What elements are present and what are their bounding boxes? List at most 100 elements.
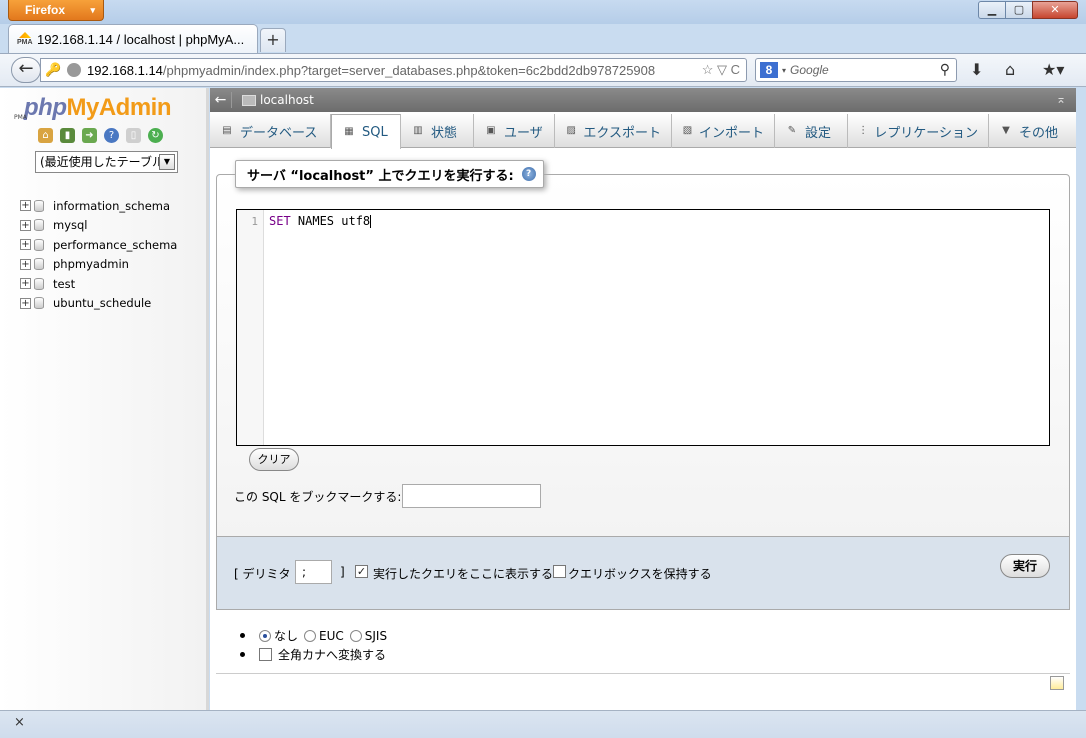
server-icon bbox=[242, 94, 256, 106]
import-icon: ▧ bbox=[682, 125, 693, 136]
bookmarks-icon[interactable]: ★▾ bbox=[1042, 60, 1064, 79]
url-tools-icons[interactable]: ☆ ▽ C bbox=[702, 62, 740, 78]
globe-icon bbox=[67, 63, 81, 77]
pma-small-logo: PMA bbox=[14, 114, 27, 121]
pma-favicon-icon: PMA bbox=[17, 32, 33, 46]
database-icon bbox=[34, 277, 44, 290]
retain-box-checkbox[interactable] bbox=[553, 565, 566, 578]
reload-icon[interactable]: ↻ bbox=[148, 128, 163, 143]
radio-none[interactable] bbox=[259, 629, 271, 642]
pma-sidebar bbox=[0, 88, 209, 710]
expand-icon[interactable]: + bbox=[20, 297, 31, 309]
back-arrow-icon: ← bbox=[18, 58, 34, 79]
database-item[interactable]: + mysql bbox=[20, 216, 177, 236]
close-icon[interactable]: × bbox=[14, 715, 25, 730]
show-query-label[interactable]: 実行したクエリをここに表示する bbox=[373, 565, 553, 582]
database-item[interactable]: + performance_schema bbox=[20, 235, 177, 255]
minimize-button[interactable]: ▁ bbox=[978, 1, 1006, 19]
delimiter-label: [ デリミタ bbox=[234, 567, 291, 581]
bookmark-label: この SQL をブックマークする: bbox=[234, 490, 402, 504]
database-icon bbox=[34, 258, 44, 271]
google-icon[interactable]: 8 bbox=[760, 62, 778, 78]
close-window-button[interactable]: ✕ bbox=[1032, 1, 1078, 19]
query-window-icon[interactable]: ➜ bbox=[82, 128, 97, 143]
bookmark-input[interactable] bbox=[402, 484, 541, 508]
database-item[interactable]: + ubuntu_schedule bbox=[20, 294, 177, 314]
page-icon[interactable] bbox=[1050, 676, 1064, 690]
url-bar[interactable]: 🔑 192.168.1.14/phpmyadmin/index.php?targ… bbox=[40, 58, 747, 82]
expand-icon[interactable]: + bbox=[20, 200, 31, 212]
sql-editor[interactable] bbox=[236, 209, 1050, 446]
database-icon bbox=[34, 219, 44, 232]
phpmyadmin-logo[interactable]: phpMyAdmin bbox=[24, 94, 171, 122]
firefox-menu-button[interactable]: Firefox ▾ bbox=[8, 0, 104, 21]
query-legend: サーバ “localhost” 上でクエリを実行する:? bbox=[235, 160, 544, 188]
tab-users[interactable]: ▣ ユーザ bbox=[474, 114, 555, 148]
list-item: 全角カナへ変換する bbox=[240, 645, 393, 664]
exit-icon[interactable]: ▮ bbox=[60, 128, 75, 143]
replication-icon: ⋮ bbox=[858, 125, 869, 136]
back-button[interactable]: ← bbox=[11, 57, 41, 83]
tab-import[interactable]: ▧ インポート bbox=[672, 114, 775, 148]
sql-code[interactable]: SET NAMES utf8 bbox=[269, 214, 372, 228]
clear-button[interactable]: クリア bbox=[249, 448, 299, 471]
menu-arrow-icon: ▾ bbox=[90, 5, 95, 15]
search-bar[interactable]: 8 ▾ Google ⚲ bbox=[755, 58, 957, 82]
database-item[interactable]: + test bbox=[20, 274, 177, 294]
status-icon: ▥ bbox=[413, 125, 423, 136]
tab-databases[interactable]: ▤ データベース bbox=[210, 114, 331, 148]
home-icon[interactable]: ⌂ bbox=[38, 128, 53, 143]
url-host: 192.168.1.14 bbox=[87, 62, 163, 78]
radio-sjis[interactable] bbox=[349, 629, 362, 642]
kana-checkbox[interactable] bbox=[259, 648, 272, 661]
status-bar bbox=[0, 710, 1086, 738]
browser-tab-active[interactable]: PMA 192.168.1.14 / localhost | phpMyA... bbox=[8, 24, 258, 53]
database-tree: + information_schema + mysql + performance_… bbox=[20, 196, 177, 313]
search-icon[interactable]: ⚲ bbox=[940, 61, 950, 78]
expand-icon[interactable]: + bbox=[20, 258, 31, 270]
database-item[interactable]: + phpmyadmin bbox=[20, 255, 177, 275]
key-icon[interactable]: 🔑 bbox=[45, 62, 63, 78]
expand-icon[interactable]: + bbox=[20, 219, 31, 231]
download-icon[interactable]: ⬇ bbox=[970, 60, 983, 79]
database-icon bbox=[34, 297, 44, 310]
expand-icon[interactable]: + bbox=[20, 278, 31, 290]
recent-tables-select[interactable]: (最近使用したテーブル ▼ bbox=[35, 151, 178, 173]
window-titlebar bbox=[0, 0, 1086, 24]
retain-box-label[interactable]: クエリボックスを保持する bbox=[568, 565, 712, 582]
list-item: なし EUC SJIS bbox=[240, 626, 393, 645]
tab-more[interactable]: ▼ その他 bbox=[989, 114, 1076, 148]
back-arrow-icon[interactable]: ← bbox=[210, 92, 232, 108]
line-numbers: 1 bbox=[237, 210, 264, 445]
tab-status[interactable]: ▥ 状態 bbox=[401, 114, 474, 148]
tab-title: 192.168.1.14 / localhost | phpMyA... bbox=[37, 31, 245, 47]
server-breadcrumb-bar: ← localhost ⌅ bbox=[210, 88, 1076, 112]
expand-icon[interactable]: + bbox=[20, 239, 31, 251]
new-tab-button[interactable]: + bbox=[260, 28, 286, 52]
tab-export[interactable]: ▨ エクスポート bbox=[555, 114, 672, 148]
maximize-button[interactable]: ▢ bbox=[1005, 1, 1033, 19]
server-name[interactable]: localhost bbox=[260, 93, 314, 107]
tab-sql[interactable]: ▦ SQL bbox=[331, 114, 401, 149]
help-icon[interactable]: ? bbox=[521, 167, 536, 181]
database-item[interactable]: + information_schema bbox=[20, 196, 177, 216]
wrench-icon: ✎ bbox=[787, 125, 797, 136]
users-icon: ▣ bbox=[486, 125, 496, 136]
delimiter-input[interactable]: ; bbox=[295, 560, 332, 584]
help-icon[interactable]: ? bbox=[104, 128, 119, 143]
text-caret bbox=[370, 215, 372, 228]
database-icon bbox=[34, 238, 44, 251]
home-icon[interactable]: ⌂ bbox=[1005, 60, 1015, 79]
collapse-icon[interactable]: ⌅ bbox=[1056, 92, 1066, 106]
radio-euc[interactable] bbox=[304, 629, 317, 642]
tab-replication[interactable]: ⋮ レプリケーション bbox=[848, 114, 989, 148]
database-icon: ▤ bbox=[222, 125, 232, 136]
documentation-icon[interactable]: ▯ bbox=[126, 128, 141, 143]
show-query-checkbox[interactable]: ✓ bbox=[355, 565, 368, 578]
tab-settings[interactable]: ✎ 設定 bbox=[775, 114, 848, 148]
chevron-down-icon: ▼ bbox=[1002, 125, 1010, 136]
database-icon bbox=[34, 199, 44, 212]
charset-options: なし EUC SJIS 全角カナへ変換する bbox=[240, 626, 393, 664]
go-button[interactable]: 実行 bbox=[1000, 554, 1050, 578]
search-engine-dropdown-icon[interactable]: ▾ bbox=[782, 66, 786, 75]
